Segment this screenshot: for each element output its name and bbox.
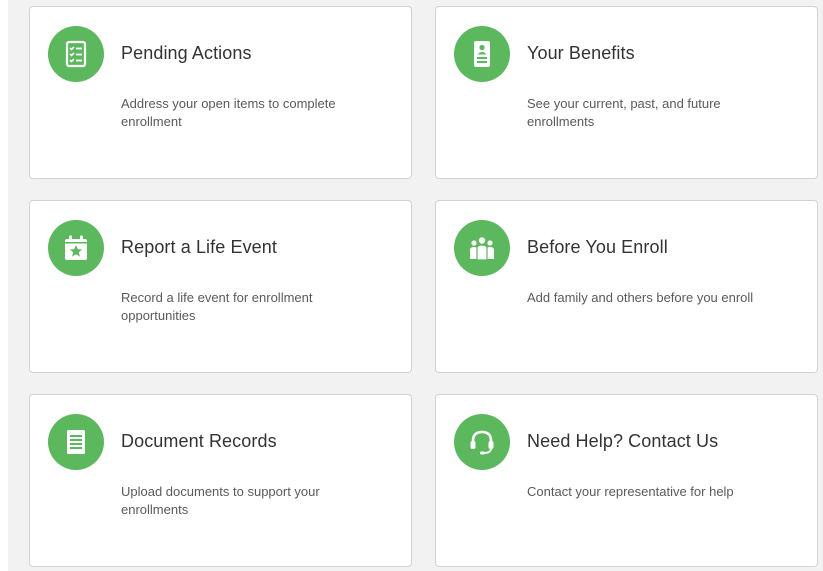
- card-description: Record a life event for enrollment oppor…: [121, 290, 313, 323]
- family-group-icon: [454, 220, 510, 276]
- card-description: Add family and others before you enroll: [527, 290, 754, 305]
- calendar-star-icon: [48, 220, 104, 276]
- card-title: Document Records: [121, 431, 277, 451]
- card-description: Upload documents to support your enrollm…: [121, 484, 320, 517]
- card-title: Pending Actions: [121, 43, 252, 63]
- id-badge-icon: [454, 26, 510, 82]
- report-life-event-card[interactable]: Report a Life Event Record a life event …: [29, 200, 412, 373]
- document-icon: [48, 414, 104, 470]
- your-benefits-card[interactable]: Your Benefits See your current, past, an…: [435, 6, 818, 179]
- card-title: Before You Enroll: [527, 237, 668, 257]
- checklist-icon: [48, 26, 104, 82]
- document-records-card[interactable]: Document Records Upload documents to sup…: [29, 394, 412, 567]
- card-title: Your Benefits: [527, 43, 635, 63]
- card-description: Address your open items to complete enro…: [121, 96, 336, 129]
- left-edge-strip: [0, 0, 8, 571]
- before-you-enroll-card[interactable]: Before You Enroll Add family and others …: [435, 200, 818, 373]
- headset-icon: [454, 414, 510, 470]
- card-description: Contact your representative for help: [527, 484, 734, 499]
- card-title: Report a Life Event: [121, 237, 277, 257]
- pending-actions-card[interactable]: Pending Actions Address your open items …: [29, 6, 412, 179]
- need-help-card[interactable]: Need Help? Contact Us Contact your repre…: [435, 394, 818, 567]
- card-title: Need Help? Contact Us: [527, 431, 719, 451]
- card-description: See your current, past, and future enrol…: [527, 96, 721, 129]
